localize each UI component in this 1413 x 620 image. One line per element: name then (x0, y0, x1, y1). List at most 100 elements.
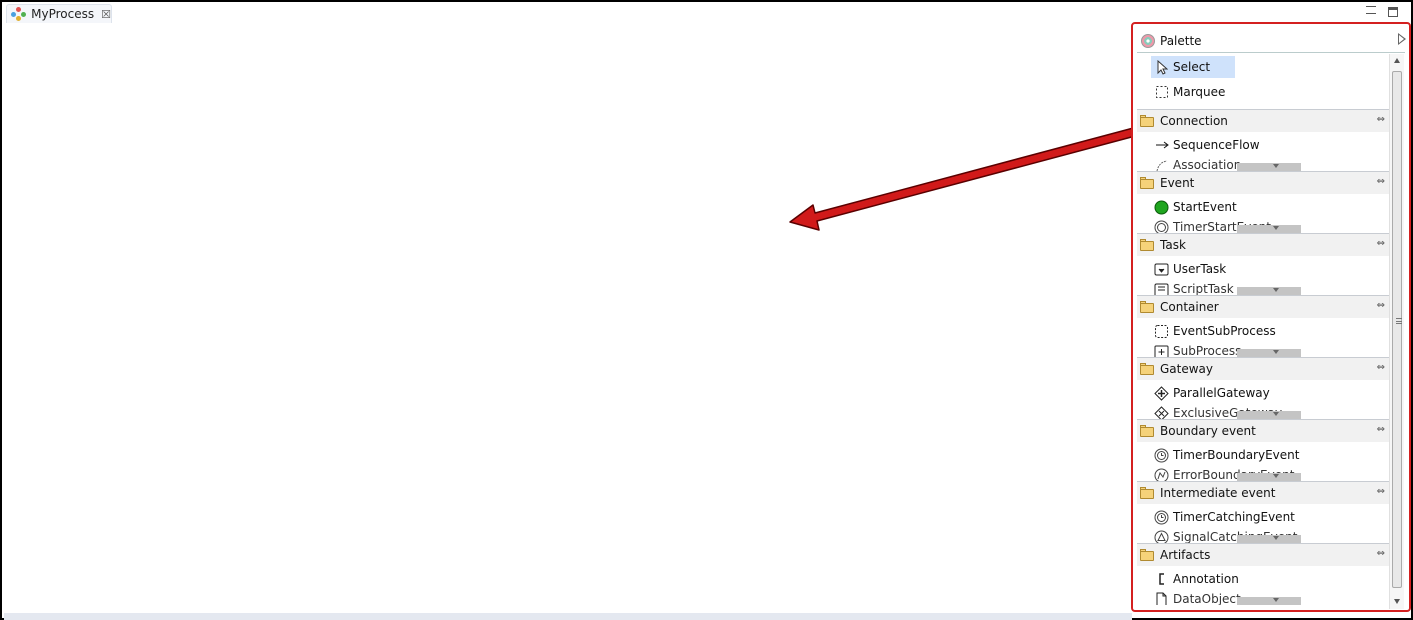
tool-scripttask-partial[interactable]: ScriptTask (1151, 282, 1301, 295)
tool-eventsubprocess[interactable]: EventSubProcess (1151, 320, 1276, 342)
folder-icon (1140, 238, 1155, 251)
drawer-gateway: Gateway ⇔ ParallelGateway ExclusiveGatew… (1137, 357, 1390, 419)
pin-icon[interactable]: ⇔ (1377, 424, 1385, 435)
palette-icon (1141, 33, 1155, 48)
tool-startevent[interactable]: StartEvent (1151, 196, 1237, 218)
timer-icon (1154, 448, 1169, 463)
tool-select-label: Select (1173, 60, 1211, 74)
drawer-boundary-event: Boundary event ⇔ TimerBoundaryEvent Erro… (1137, 419, 1390, 481)
tool-exclusivegateway-partial[interactable]: ExclusiveGateway (1151, 406, 1301, 419)
drawer-overflow-indicator[interactable] (1237, 349, 1301, 357)
tool-signalcatchingevent-partial[interactable]: SignalCatchingEvent (1151, 530, 1301, 543)
drawer-label: Intermediate event (1160, 486, 1276, 500)
start-event-icon (1154, 200, 1169, 215)
tool-dataobject-partial[interactable]: DataObject (1151, 592, 1301, 605)
drawer-label: Task (1160, 238, 1186, 252)
drawer-connection: Connection ⇔ SequenceFlow Association (1137, 109, 1390, 171)
tool-label: DataObject (1173, 592, 1241, 605)
drawer-overflow-indicator[interactable] (1237, 225, 1301, 233)
drawer-overflow-indicator[interactable] (1237, 473, 1301, 481)
signal-icon (1154, 530, 1169, 543)
canvas-bottom-strip (4, 613, 1132, 620)
drawer-intermediate-event: Intermediate event ⇔ TimerCatchingEvent … (1137, 481, 1390, 543)
folder-icon (1140, 300, 1155, 313)
exclusive-gateway-icon (1154, 406, 1169, 419)
pointer-icon (1154, 59, 1169, 75)
drawer-overflow-indicator[interactable] (1237, 163, 1301, 171)
pin-icon[interactable]: ⇔ (1377, 486, 1385, 497)
tool-label: ScriptTask (1173, 282, 1234, 295)
annotation-icon (1154, 572, 1169, 587)
tool-errorboundaryevent-partial[interactable]: ErrorBoundaryEvent (1151, 468, 1301, 481)
script-task-icon (1154, 282, 1169, 295)
drawer-label: Event (1160, 176, 1195, 190)
tool-sequenceflow[interactable]: SequenceFlow (1151, 134, 1260, 156)
tool-subprocess-partial[interactable]: SubProcess (1151, 344, 1301, 357)
user-task-icon (1154, 262, 1169, 277)
drawer-overflow-indicator[interactable] (1237, 411, 1301, 419)
folder-icon (1140, 362, 1155, 375)
editor-tab-myprocess[interactable]: MyProcess ☒ (6, 4, 112, 23)
tool-marquee[interactable]: Marquee (1151, 81, 1225, 103)
pin-icon[interactable]: ⇔ (1377, 300, 1385, 311)
drawer-header-intermediate-event[interactable]: Intermediate event ⇔ (1137, 482, 1390, 504)
tool-marquee-label: Marquee (1173, 85, 1226, 99)
tool-label: TimerBoundaryEvent (1173, 448, 1300, 462)
tool-select[interactable]: Select (1151, 56, 1235, 78)
tool-timerboundaryevent[interactable]: TimerBoundaryEvent (1151, 444, 1299, 466)
pin-icon[interactable]: ⇔ (1377, 176, 1385, 187)
error-icon (1154, 468, 1169, 481)
drawer-label: Artifacts (1160, 548, 1211, 562)
tool-annotation[interactable]: Annotation (1151, 568, 1239, 590)
drawer-label: Gateway (1160, 362, 1214, 376)
tool-usertask[interactable]: UserTask (1151, 258, 1226, 280)
drawer-task: Task ⇔ UserTask ScriptTask (1137, 233, 1390, 295)
drawer-label: Connection (1160, 114, 1228, 128)
pin-icon[interactable]: ⇔ (1377, 362, 1385, 373)
tool-parallelgateway[interactable]: ParallelGateway (1151, 382, 1270, 404)
drawer-header-container[interactable]: Container ⇔ (1137, 296, 1390, 318)
pin-icon[interactable]: ⇔ (1377, 238, 1385, 249)
scroll-thumb[interactable] (1392, 71, 1402, 588)
drawer-overflow-indicator[interactable] (1237, 535, 1301, 543)
association-icon (1154, 158, 1169, 171)
drawer-artifacts: Artifacts ⇔ Annotation DataObject (1137, 543, 1390, 605)
drawer-header-event[interactable]: Event ⇔ (1137, 172, 1390, 194)
tool-label: Annotation (1173, 572, 1239, 586)
arrow-right-icon (1154, 138, 1169, 153)
subprocess-icon (1154, 344, 1169, 357)
tool-label: SequenceFlow (1173, 138, 1260, 152)
tool-timercatchingevent[interactable]: TimerCatchingEvent (1151, 506, 1295, 528)
tab-close-icon[interactable]: ☒ (101, 8, 111, 21)
drawer-label: Container (1160, 300, 1219, 314)
tool-label: SubProcess (1173, 344, 1242, 357)
tab-title: MyProcess (31, 7, 95, 21)
scroll-down-icon[interactable] (1394, 599, 1400, 604)
pin-icon[interactable]: ⇔ (1377, 548, 1385, 559)
maximize-icon[interactable] (1388, 7, 1398, 17)
tool-association-partial[interactable]: Association (1151, 158, 1301, 171)
data-object-icon (1154, 592, 1169, 605)
scroll-up-icon[interactable] (1394, 58, 1400, 63)
drawer-header-gateway[interactable]: Gateway ⇔ (1137, 358, 1390, 380)
drawer-event: Event ⇔ StartEvent TimerStartEvent (1137, 171, 1390, 233)
palette-scrollbar[interactable] (1389, 54, 1404, 609)
drawer-container: Container ⇔ EventSubProcess SubProcess (1137, 295, 1390, 357)
tool-label: EventSubProcess (1173, 324, 1276, 338)
drawer-header-task[interactable]: Task ⇔ (1137, 234, 1390, 256)
drawer-header-artifacts[interactable]: Artifacts ⇔ (1137, 544, 1390, 566)
drawer-header-connection[interactable]: Connection ⇔ (1137, 110, 1390, 132)
folder-icon (1140, 114, 1155, 127)
tool-label: Association (1173, 158, 1242, 171)
event-subprocess-icon (1154, 324, 1169, 339)
marquee-icon (1154, 85, 1169, 100)
drawer-overflow-indicator[interactable] (1237, 597, 1301, 605)
palette-panel: Palette Select Marquee Connection ⇔ Sequ… (1131, 22, 1411, 612)
palette-header: Palette (1137, 29, 1406, 53)
timer-icon (1154, 510, 1169, 525)
pin-icon[interactable]: ⇔ (1377, 114, 1385, 125)
drawer-header-boundary-event[interactable]: Boundary event ⇔ (1137, 420, 1390, 442)
minimize-icon[interactable] (1366, 6, 1376, 14)
tool-timerstartevent-partial[interactable]: TimerStartEvent (1151, 220, 1301, 233)
drawer-overflow-indicator[interactable] (1237, 287, 1301, 295)
